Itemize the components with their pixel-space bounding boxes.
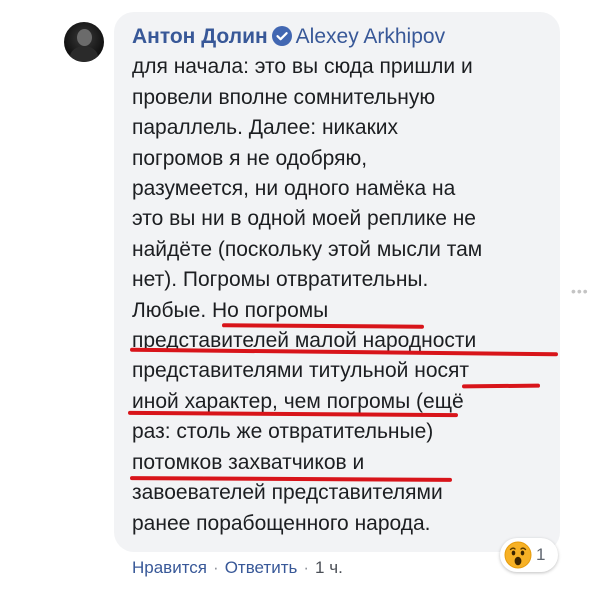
comment-line: погромов я не одобряю,	[132, 146, 368, 170]
reply-mention[interactable]: Alexey Arkhipov	[296, 25, 445, 48]
author-avatar[interactable]	[64, 22, 104, 62]
comment-line: провели вполне сомнительную	[132, 85, 436, 109]
comment-line: разумеется, ни одного намёка на	[132, 177, 456, 201]
avatar-head	[77, 29, 92, 46]
wow-emoji-icon	[504, 541, 532, 569]
comment-line: ранее порабощенного народа.	[132, 511, 431, 535]
comment-line: Любые. Но погромы	[132, 298, 329, 322]
like-link[interactable]: Нравится	[132, 558, 207, 577]
comment-line: потомков захватчиков и	[132, 450, 365, 474]
more-options-icon[interactable]: •••	[571, 283, 589, 299]
comment-line: нет). Погромы отвратительны.	[132, 268, 429, 292]
reply-link[interactable]: Ответить	[225, 558, 298, 577]
author-name[interactable]: Антон Долин	[132, 25, 268, 48]
comment-line: завоевателей представителями	[132, 481, 443, 505]
action-separator: ·	[213, 558, 219, 577]
comment-line: это вы ни в одной моей реплике не	[132, 207, 476, 231]
comment-line: представителями титульной носят	[132, 359, 470, 383]
reaction-summary[interactable]: 1	[500, 538, 558, 572]
comment-timestamp[interactable]: 1 ч.	[315, 558, 343, 577]
comment-line: раз: столь же отвратительные)	[132, 420, 434, 444]
verified-badge-icon	[271, 26, 292, 46]
comment-actions: Нравится · Ответить · 1 ч.	[132, 558, 343, 578]
reaction-count: 1	[536, 545, 546, 564]
comment-line: для начала: это вы сюда пришли и	[132, 55, 473, 79]
highlight-underline	[461, 383, 541, 389]
comment-header: Антон Долин Alexey Arkhipov	[132, 22, 552, 52]
avatar-body	[70, 46, 98, 62]
comment-line: параллель. Далее: никаких	[132, 116, 399, 140]
comment-line: найдёте (поскольку этой мысли там	[132, 237, 483, 261]
action-separator: ·	[303, 558, 310, 577]
comment-body: Антон Долин Alexey Arkhipov для начала: …	[132, 22, 552, 539]
